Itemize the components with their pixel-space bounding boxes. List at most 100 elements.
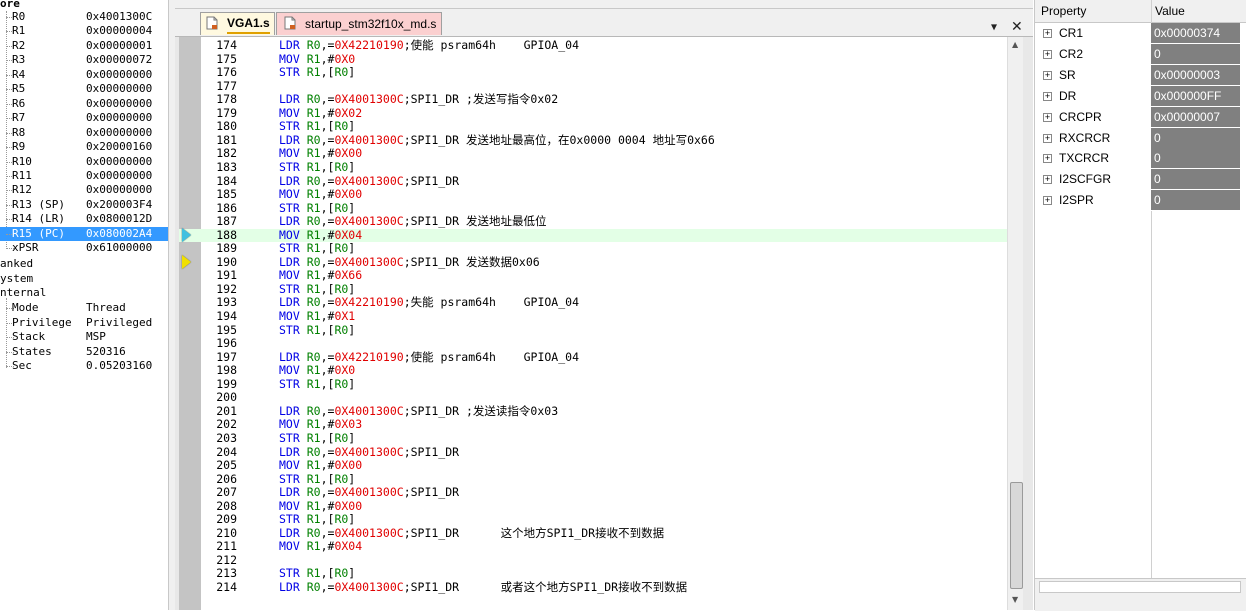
expand-icon[interactable]: + <box>1043 175 1052 185</box>
property-row[interactable]: + TXCRCR 0 <box>1035 148 1246 170</box>
code-line[interactable]: 189 STR R1,[R0] <box>179 242 1007 256</box>
vertical-scrollbar[interactable]: ▲ ▼ <box>1007 37 1023 610</box>
register-value[interactable]: 0x00000000 <box>86 183 152 197</box>
code-line[interactable]: 186 STR R1,[R0] <box>179 201 1007 216</box>
register-row[interactable]: R13 (SP) 0x200003F4 <box>0 198 168 212</box>
code-line[interactable]: 214 LDR R0,=0X4001300C;SPI1_DR 或者这个地方SPI1… <box>179 581 1007 595</box>
code-line[interactable]: 204 LDR R0,=0X4001300C;SPI1_DR <box>179 445 1007 460</box>
property-row[interactable]: + I2SPR 0 <box>1035 190 1246 212</box>
expand-icon[interactable]: + <box>1043 133 1052 143</box>
code-line[interactable]: 201 LDR R0,=0X4001300C;SPI1_DR ;发送读指令0x03 <box>179 404 1007 419</box>
internal-row[interactable]: States 520316 <box>0 345 168 359</box>
register-value[interactable]: 0x00000000 <box>86 155 152 169</box>
register-row[interactable]: R2 0x00000001 <box>0 39 168 53</box>
internal-row[interactable]: Privilege Privileged <box>0 316 168 330</box>
register-group[interactable]: anked <box>0 257 168 271</box>
register-row[interactable]: R0 0x4001300C <box>0 10 168 24</box>
expand-icon[interactable]: + <box>1043 154 1052 164</box>
register-value[interactable]: 0x00000000 <box>86 111 152 125</box>
property-row[interactable]: + CRCPR 0x00000007 <box>1035 106 1246 128</box>
expand-icon[interactable]: + <box>1043 49 1052 59</box>
code-line[interactable]: 187 LDR R0,=0X4001300C;SPI1_DR 发送地址最低位 <box>179 215 1007 229</box>
close-icon[interactable]: ✕ <box>1011 19 1023 35</box>
register-value[interactable]: 0x00000000 <box>86 68 152 82</box>
tab-vga1[interactable]: VGA1.s <box>200 12 275 35</box>
property-value[interactable]: 0 <box>1151 148 1240 170</box>
register-value[interactable]: 0x20000160 <box>86 140 152 154</box>
scroll-up-icon[interactable]: ▲ <box>1012 40 1018 49</box>
register-row[interactable]: R10 0x00000000 <box>0 155 168 169</box>
property-value[interactable]: 0 <box>1151 169 1240 191</box>
tab-list-dropdown-icon[interactable]: ▼ <box>991 22 997 33</box>
expand-icon[interactable]: + <box>1043 70 1052 80</box>
register-row[interactable]: R4 0x00000000 <box>0 68 168 82</box>
code-line[interactable]: 198 MOV R1,#0X0 <box>179 364 1007 378</box>
property-value[interactable]: 0x00000007 <box>1151 106 1240 128</box>
code-line[interactable]: 184 LDR R0,=0X4001300C;SPI1_DR <box>179 174 1007 189</box>
code-line[interactable]: 210 LDR R0,=0X4001300C;SPI1_DR 这个地方SPI1_D… <box>179 526 1007 541</box>
register-value[interactable]: 0x00000000 <box>86 126 152 140</box>
property-row[interactable]: + I2SCFGR 0 <box>1035 169 1246 191</box>
internal-row[interactable]: Mode Thread <box>0 301 168 315</box>
register-row[interactable]: R1 0x00000004 <box>0 24 168 38</box>
register-value[interactable]: 0x0800012D <box>86 212 152 226</box>
register-value[interactable]: 0x080002A4 <box>86 227 152 241</box>
register-row[interactable]: R11 0x00000000 <box>0 169 168 183</box>
code-view[interactable]: 174 LDR R0,=0X42210190;使能 psram64h GPIOA_… <box>179 37 1023 610</box>
code-line[interactable]: 212 <box>179 553 1007 568</box>
code-line[interactable]: 200 <box>179 391 1007 405</box>
property-value[interactable]: 0x000000FF <box>1151 85 1240 107</box>
code-line[interactable]: 213 STR R1,[R0] <box>179 567 1007 581</box>
register-value[interactable]: 0x61000000 <box>86 241 152 255</box>
property-value[interactable]: 0x00000003 <box>1151 64 1240 86</box>
code-line[interactable]: 206 STR R1,[R0] <box>179 472 1007 487</box>
register-row[interactable]: xPSR 0x61000000 <box>0 241 168 255</box>
code-line[interactable]: 177 <box>179 79 1007 94</box>
code-line[interactable]: 193 LDR R0,=0X42210190;失能 psram64h GPIOA_… <box>179 296 1007 310</box>
scrollbar-thumb[interactable] <box>1010 482 1023 589</box>
register-value[interactable]: 0x4001300C <box>86 10 152 24</box>
register-row[interactable]: R12 0x00000000 <box>0 183 168 197</box>
code-line[interactable]: 188 MOV R1,#0X04 <box>179 228 1007 243</box>
code-line[interactable]: 185 MOV R1,#0X00 <box>179 188 1007 202</box>
property-row[interactable]: + CR2 0 <box>1035 43 1246 65</box>
code-line[interactable]: 191 MOV R1,#0X66 <box>179 269 1007 283</box>
register-value[interactable]: 0x00000000 <box>86 82 152 96</box>
internal-row[interactable]: Stack MSP <box>0 330 168 344</box>
property-row[interactable]: + RXCRCR 0 <box>1035 127 1246 149</box>
register-row[interactable]: R14 (LR) 0x0800012D <box>0 212 168 226</box>
register-row[interactable]: R9 0x20000160 <box>0 140 168 154</box>
code-line[interactable]: 182 MOV R1,#0X00 <box>179 147 1007 161</box>
code-line[interactable]: 180 STR R1,[R0] <box>179 120 1007 134</box>
property-value[interactable]: 0 <box>1151 190 1240 212</box>
register-group[interactable]: nternal <box>0 286 168 300</box>
code-line[interactable]: 178 LDR R0,=0X4001300C;SPI1_DR ;发送写指令0x02 <box>179 93 1007 107</box>
code-line[interactable]: 211 MOV R1,#0X04 <box>179 540 1007 554</box>
register-value[interactable]: 0x00000000 <box>86 169 152 183</box>
code-line[interactable]: 207 LDR R0,=0X4001300C;SPI1_DR <box>179 486 1007 500</box>
code-line[interactable]: 194 MOV R1,#0X1 <box>179 310 1007 324</box>
expand-icon[interactable]: + <box>1043 29 1052 38</box>
property-value[interactable]: 0x00000374 <box>1151 23 1240 44</box>
property-value[interactable]: 0 <box>1151 127 1240 149</box>
property-row[interactable]: + CR1 0x00000374 <box>1035 23 1246 44</box>
register-row[interactable]: R3 0x00000072 <box>0 53 168 67</box>
code-line[interactable]: 192 STR R1,[R0] <box>179 282 1007 297</box>
code-line[interactable]: 197 LDR R0,=0X42210190;使能 psram64h GPIOA_… <box>179 350 1007 365</box>
register-row[interactable]: R5 0x00000000 <box>0 82 168 96</box>
register-value[interactable]: 0x00000001 <box>86 39 152 53</box>
code-line[interactable]: 183 STR R1,[R0] <box>179 160 1007 175</box>
expand-icon[interactable]: + <box>1043 196 1052 206</box>
register-value[interactable]: 0x00000072 <box>86 53 152 67</box>
code-line[interactable]: 205 MOV R1,#0X00 <box>179 459 1007 473</box>
code-line[interactable]: 179 MOV R1,#0X02 <box>179 106 1007 121</box>
property-row[interactable]: + DR 0x000000FF <box>1035 85 1246 107</box>
tab-startup[interactable]: startup_stm32f10x_md.s <box>276 12 442 35</box>
register-row[interactable]: R8 0x00000000 <box>0 126 168 140</box>
property-row[interactable]: + SR 0x00000003 <box>1035 64 1246 86</box>
register-row[interactable]: R7 0x00000000 <box>0 111 168 125</box>
code-line[interactable]: 203 STR R1,[R0] <box>179 431 1007 446</box>
code-line[interactable]: 196 <box>179 337 1007 351</box>
expand-icon[interactable]: + <box>1043 91 1052 101</box>
code-line[interactable]: 190 LDR R0,=0X4001300C;SPI1_DR 发送数据0x06 <box>179 255 1007 270</box>
